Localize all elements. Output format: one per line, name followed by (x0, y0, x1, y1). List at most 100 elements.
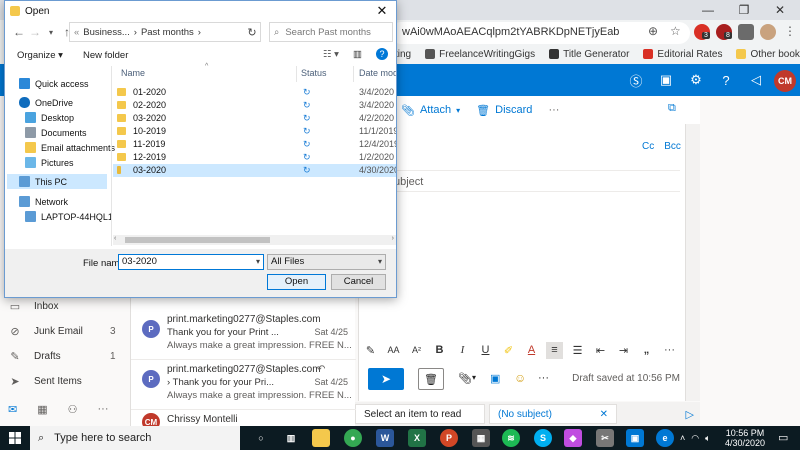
folder-inbox[interactable]: ▭ Inbox (8, 297, 128, 315)
file-explorer-icon[interactable] (312, 429, 330, 447)
bookmark[interactable]: ting (395, 49, 411, 60)
underline-icon[interactable]: U (477, 342, 494, 359)
recent-chevron-icon[interactable]: ▾ (43, 24, 59, 40)
quote-icon[interactable]: „ (638, 342, 655, 359)
bullets-icon[interactable]: ☰ (569, 342, 586, 359)
column-divider[interactable] (296, 66, 297, 82)
font-color-icon[interactable]: A (523, 342, 540, 359)
file-row[interactable]: 01-2020 ↻ 3/4/2020 12 (113, 86, 396, 99)
file-name-input[interactable]: 03-2020 ▾ (118, 254, 264, 270)
file-type-select[interactable]: All Files ▾ (267, 254, 386, 270)
address-bar[interactable]: wAi0wMAoAEACqlpm2tYABRKDpNETjyEab (390, 22, 690, 44)
close-icon[interactable]: ✕ (600, 409, 608, 420)
discard-icon-button[interactable]: 🗑︎ (418, 368, 444, 390)
list-item[interactable]: P print.marketing0277@Staples.com Thank … (131, 310, 356, 360)
more-icon[interactable]: ··· (538, 372, 549, 384)
pane-divider[interactable] (111, 66, 112, 246)
more-apps-icon[interactable]: ··· (98, 403, 109, 421)
edge-icon[interactable]: e (656, 429, 674, 447)
mail-icon[interactable]: ✉ (8, 403, 17, 421)
breadcrumb[interactable]: « Business... › Past months › (69, 22, 261, 42)
attach-icon[interactable]: 📎︎ (458, 372, 472, 385)
image-icon[interactable]: ▣ (490, 372, 500, 385)
decrease-indent-icon[interactable]: ⇤ (592, 342, 609, 359)
scroll-left-icon[interactable]: ‹ (114, 235, 116, 242)
taskbar-search[interactable]: ⌕ Type here to search (30, 426, 240, 450)
puzzle-icon[interactable] (738, 24, 754, 40)
nav-this-pc[interactable]: This PC (7, 174, 107, 189)
taskmanager-icon[interactable]: ▥ (282, 429, 300, 447)
subject-field[interactable]: ubject (370, 170, 680, 192)
snipping-icon[interactable]: ✂ (596, 429, 614, 447)
column-header-date[interactable]: Date modified (359, 68, 396, 78)
forward-icon[interactable]: → (27, 24, 43, 40)
preview-pane-icon[interactable]: ▥ (353, 49, 362, 60)
nav-network[interactable]: Network (19, 194, 121, 209)
cc-link[interactable]: Cc (642, 141, 654, 152)
back-icon[interactable]: ← (11, 24, 27, 40)
notification-icon[interactable]: ▭ (778, 431, 788, 444)
people-icon[interactable]: ⚇ (68, 403, 78, 421)
folder-junk[interactable]: ⊘ Junk Email 3 (8, 322, 128, 340)
wifi-icon[interactable]: ◠ (691, 433, 699, 444)
chevron-down-icon[interactable]: ▾ (472, 373, 476, 382)
emoji-icon[interactable]: ☺ (514, 371, 526, 385)
format-painter-icon[interactable]: ✎ (362, 342, 379, 359)
folder-drafts[interactable]: ✎ Drafts 1 (8, 347, 128, 365)
chrome-icon[interactable]: ● (344, 429, 362, 447)
font-size-icon[interactable]: AA (385, 342, 402, 359)
search-input[interactable]: ⌕ Search Past months (269, 22, 393, 42)
list-item[interactable]: CM Chrissy Montelli (131, 410, 356, 431)
popout-icon[interactable]: ⧉ (668, 102, 676, 115)
bookmark[interactable]: Title Generator (549, 49, 629, 60)
file-row-selected[interactable]: 03-2020 ↻ 4/30/2020 1 (113, 164, 396, 177)
avatar[interactable]: CM (774, 70, 796, 92)
more-format-icon[interactable]: ··· (661, 342, 678, 359)
calendar-icon[interactable]: ▦ (37, 403, 47, 421)
column-header-status[interactable]: Status (301, 68, 327, 78)
increase-indent-icon[interactable]: ⇥ (615, 342, 632, 359)
folder-sent[interactable]: ➤ Sent Items (8, 372, 128, 390)
breadcrumb-item[interactable]: Business... (83, 27, 129, 38)
chevron-up-icon[interactable]: ˄ (680, 433, 685, 443)
highlight-icon[interactable]: ✐ (500, 342, 517, 359)
word-icon[interactable]: W (376, 429, 394, 447)
organize-button[interactable]: Organize ▾ (17, 50, 63, 61)
minimize-icon[interactable]: — (690, 0, 726, 20)
scroll-right-icon[interactable]: › (392, 235, 394, 242)
bookmark[interactable]: FreelanceWritingGigs (425, 49, 535, 60)
nav-laptop[interactable]: LAPTOP-44HQL1N2 (25, 209, 111, 224)
file-row[interactable]: 10-2019 ↻ 11/1/2019 1 (113, 125, 396, 138)
feedback-icon[interactable]: ◁ (748, 72, 764, 88)
gear-icon[interactable]: ⚙ (688, 72, 704, 88)
horizontal-scrollbar[interactable]: ‹ › (113, 235, 396, 245)
extension-icon[interactable]: 3 (694, 24, 710, 40)
open-button[interactable]: Open (267, 274, 326, 290)
help-icon[interactable]: ? (718, 72, 734, 88)
more-options-button[interactable]: ··· (548, 104, 559, 116)
extension-icon[interactable]: 8 (716, 24, 732, 40)
skype-icon[interactable]: S (534, 429, 552, 447)
nav-quick-access[interactable]: Quick access (19, 76, 121, 91)
file-row[interactable]: 11-2019 ↻ 12/4/2019 1 (113, 138, 396, 151)
other-bookmarks[interactable]: Other bookmarks (736, 49, 800, 60)
superscript-icon[interactable]: A² (408, 342, 425, 359)
list-item[interactable]: P print.marketing0277@Staples.com ↶ › Th… (131, 360, 356, 410)
tab-reading[interactable]: Select an item to read (355, 404, 485, 424)
view-options-icon[interactable]: ☷ ▾ (323, 49, 339, 60)
profile-avatar[interactable] (760, 24, 776, 40)
add-tab-icon[interactable]: ⊕ (648, 24, 664, 40)
bookmark[interactable]: Editorial Rates (643, 49, 722, 60)
calculator-icon[interactable]: ▦ (472, 429, 490, 447)
column-header-name[interactable]: Name (121, 68, 145, 78)
file-row[interactable]: 03-2020 ↻ 4/2/2020 10 (113, 112, 396, 125)
clock[interactable]: 10:56 PM 4/30/2020 (725, 428, 765, 448)
italic-icon[interactable]: I (454, 342, 471, 359)
expand-icon[interactable]: ▷ (686, 408, 694, 421)
restore-icon[interactable]: ❐ (726, 0, 762, 20)
volume-icon[interactable]: 🔈︎ (705, 433, 710, 444)
help-icon[interactable]: ? (376, 48, 388, 60)
powerpoint-icon[interactable]: P (440, 429, 458, 447)
cancel-button[interactable]: Cancel (331, 274, 386, 290)
photos-icon[interactable]: ▣ (626, 429, 644, 447)
